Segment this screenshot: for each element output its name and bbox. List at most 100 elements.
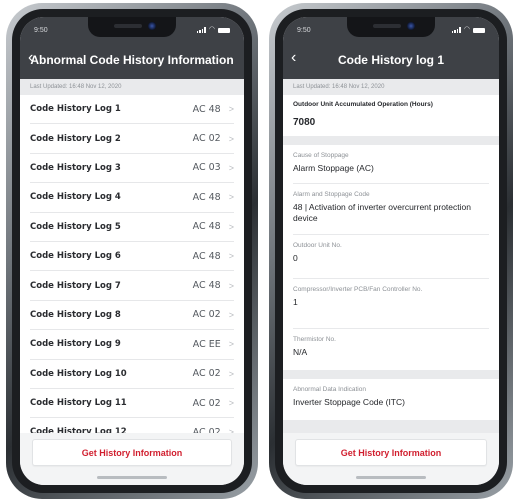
log-code: AC 02 <box>192 397 221 409</box>
log-label: Code History Log 3 <box>30 162 121 173</box>
battery-icon <box>473 27 485 33</box>
field-value: N/A <box>293 347 308 357</box>
chevron-right-icon: > <box>228 104 234 115</box>
log-detail: Outdoor Unit Accumulated Operation (Hour… <box>283 95 499 420</box>
chevron-right-icon: > <box>228 192 234 203</box>
chevron-right-icon: > <box>228 251 234 262</box>
section-gap <box>283 370 499 379</box>
log-label: Code History Log 4 <box>30 192 121 203</box>
get-history-button[interactable]: Get History Information <box>295 439 487 466</box>
chevron-right-icon: > <box>228 398 234 409</box>
field-value: 0 <box>293 253 298 263</box>
battery-icon <box>218 27 230 33</box>
log-code: AC 48 <box>192 221 221 233</box>
page-title: Abnormal Code History Information <box>30 53 234 67</box>
log-label: Code History Log 2 <box>30 133 121 144</box>
screen-right: 9:50 ◠ ‹ Code History log 1 Last Updated… <box>283 17 499 485</box>
field-label: Cause of Stoppage <box>293 152 349 159</box>
field-value: Alarm Stoppage (AC) <box>293 163 374 173</box>
chevron-right-icon: > <box>228 162 234 173</box>
field-value: 48 | Activation of inverter overcurrent … <box>293 202 471 223</box>
history-log-row[interactable]: Code History Log 7 AC 48 > <box>30 271 234 301</box>
log-code: AC 48 <box>192 191 221 203</box>
bottom-bar: Get History Information <box>283 433 499 485</box>
log-label: Code History Log 8 <box>30 309 121 320</box>
log-label: Code History Log 10 <box>30 368 127 379</box>
history-log-row[interactable]: Code History Log 6 AC 48 > <box>30 242 234 272</box>
camera-icon <box>407 22 415 30</box>
notch <box>88 17 176 37</box>
field-item: Outdoor Unit No. 0 <box>293 235 489 279</box>
log-code: AC 02 <box>192 133 221 145</box>
history-log-row[interactable]: Code History Log 9 AC EE > <box>30 330 234 360</box>
field-label: Abnormal Data Indication <box>293 386 366 393</box>
log-code: AC EE <box>192 338 221 350</box>
chevron-right-icon: > <box>228 339 234 350</box>
log-code: AC 02 <box>192 309 221 321</box>
history-log-row[interactable]: Code History Log 10 AC 02 > <box>30 360 234 389</box>
log-label: Code History Log 5 <box>30 221 121 232</box>
log-label: Code History Log 6 <box>30 251 121 262</box>
accumulated-section: Outdoor Unit Accumulated Operation (Hour… <box>283 95 499 136</box>
history-log-row[interactable]: Code History Log 4 AC 48 > <box>30 183 234 213</box>
accum-value: 7080 <box>293 117 316 128</box>
field-label: Thermistor No. <box>293 336 336 343</box>
title-row: ‹ Code History log 1 <box>283 49 499 69</box>
last-updated: Last Updated: 16:48 Nov 12, 2020 <box>283 79 499 95</box>
chevron-right-icon: > <box>228 309 234 320</box>
screen-left: 9:50 ◠ ‹ Abnormal Code History Informati… <box>20 17 244 485</box>
bottom-bar: Get History Information <box>20 433 244 485</box>
history-log-row[interactable]: Code History Log 3 AC 03 > <box>30 154 234 184</box>
field-label: Outdoor Unit No. <box>293 242 342 249</box>
speaker <box>114 24 142 28</box>
home-indicator[interactable] <box>356 476 426 479</box>
field-item: Cause of Stoppage Alarm Stoppage (AC) <box>293 145 489 184</box>
abnormal-section: Abnormal Data Indication Inverter Stoppa… <box>283 379 499 420</box>
chevron-right-icon: > <box>228 280 234 291</box>
speaker <box>373 24 401 28</box>
log-code: AC 02 <box>192 368 221 380</box>
field-value: Inverter Stoppage Code (ITC) <box>293 397 405 407</box>
home-indicator[interactable] <box>97 476 167 479</box>
status-time: 9:50 <box>34 27 48 34</box>
accum-label: Outdoor Unit Accumulated Operation (Hour… <box>293 101 433 108</box>
phone-left: 9:50 ◠ ‹ Abnormal Code History Informati… <box>6 3 258 499</box>
signal-icon <box>196 27 206 33</box>
history-log-list: Code History Log 1 AC 48 > Code History Lo… <box>20 95 244 448</box>
field-label: Alarm and Stoppage Code <box>293 191 370 198</box>
field-value: 1 <box>293 297 298 307</box>
field-item: Compressor/Inverter PCB/Fan Controller N… <box>293 279 489 329</box>
wifi-icon: ◠ <box>463 26 470 33</box>
field-item: Abnormal Data Indication Inverter Stoppa… <box>293 379 489 420</box>
log-code: AC 48 <box>192 103 221 115</box>
camera-icon <box>148 22 156 30</box>
title-row: ‹ Abnormal Code History Information <box>20 49 244 69</box>
log-label: Code History Log 11 <box>30 398 127 409</box>
history-log-row[interactable]: Code History Log 11 AC 02 > <box>30 389 234 419</box>
field-item: Alarm and Stoppage Code 48 | Activation … <box>293 184 489 235</box>
log-code: AC 03 <box>192 162 221 174</box>
status-icons: ◠ <box>196 26 230 33</box>
fields-section: Cause of Stoppage Alarm Stoppage (AC) Al… <box>283 145 499 370</box>
page-title: Code History log 1 <box>337 53 444 67</box>
field-label: Compressor/Inverter PCB/Fan Controller N… <box>293 286 423 293</box>
get-history-button[interactable]: Get History Information <box>32 439 232 466</box>
chevron-right-icon: > <box>228 368 234 379</box>
history-log-row[interactable]: Code History Log 1 AC 48 > <box>30 95 234 125</box>
chevron-right-icon: > <box>228 221 234 232</box>
history-log-row[interactable]: Code History Log 2 AC 02 > <box>30 124 234 154</box>
signal-icon <box>451 27 461 33</box>
phone-right: 9:50 ◠ ‹ Code History log 1 Last Updated… <box>269 3 513 499</box>
wifi-icon: ◠ <box>208 26 215 33</box>
chevron-right-icon: > <box>228 133 234 144</box>
section-gap <box>283 136 499 145</box>
notch <box>347 17 435 37</box>
status-icons: ◠ <box>451 26 485 33</box>
last-updated: Last Updated: 16:48 Nov 12, 2020 <box>20 79 244 95</box>
log-label: Code History Log 9 <box>30 339 121 350</box>
field-item: Thermistor No. N/A <box>293 329 489 370</box>
history-log-row[interactable]: Code History Log 5 AC 48 > <box>30 213 234 242</box>
history-log-row[interactable]: Code History Log 8 AC 02 > <box>30 301 234 331</box>
log-code: AC 48 <box>192 250 221 262</box>
status-time: 9:50 <box>297 27 311 34</box>
